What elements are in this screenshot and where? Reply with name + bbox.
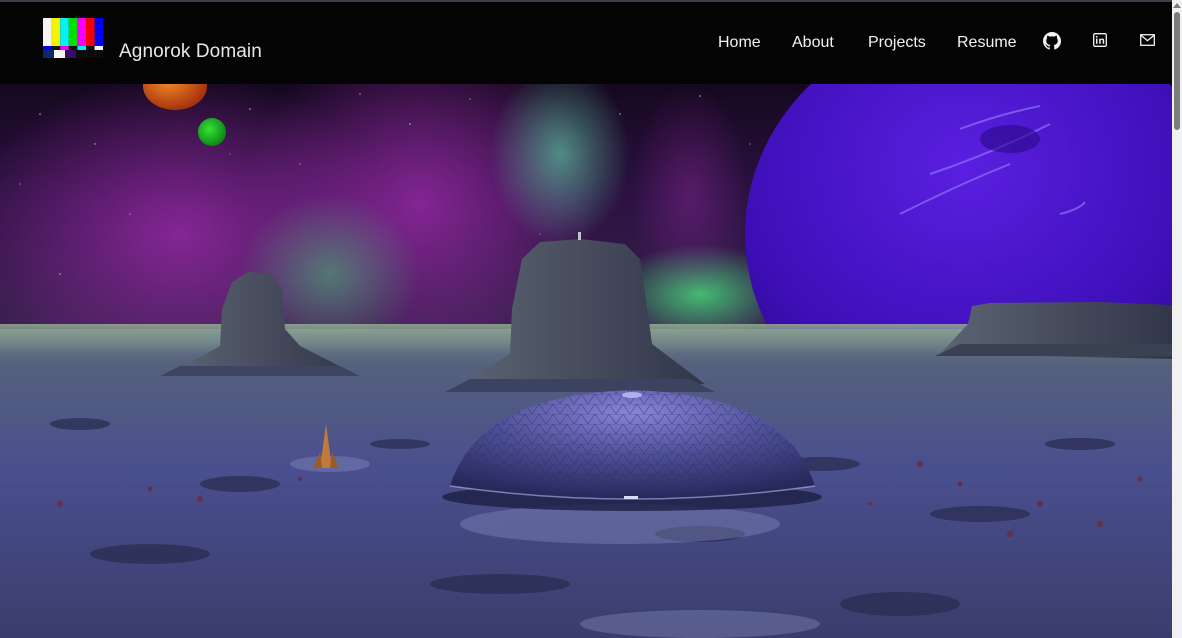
scrollbar-thumb[interactable] (1174, 12, 1180, 130)
hero-landscape-image (0, 84, 1172, 638)
scroll-up-arrow-icon[interactable] (1173, 3, 1181, 8)
page-scrollbar[interactable] (1172, 0, 1182, 638)
navbar: Agnorok Domain Home About Projects Resum… (0, 2, 1172, 84)
logo-color-bars-icon[interactable] (43, 18, 103, 58)
nav-resume-link[interactable]: Resume (957, 34, 1017, 52)
nav-projects-link[interactable]: Projects (868, 34, 926, 52)
linkedin-icon[interactable] (1093, 33, 1107, 47)
nav-home-link[interactable]: Home (718, 34, 761, 52)
github-icon[interactable] (1043, 32, 1061, 50)
mail-icon[interactable] (1140, 34, 1155, 46)
site-title[interactable]: Agnorok Domain (119, 42, 262, 62)
nav-about-link[interactable]: About (792, 34, 834, 52)
